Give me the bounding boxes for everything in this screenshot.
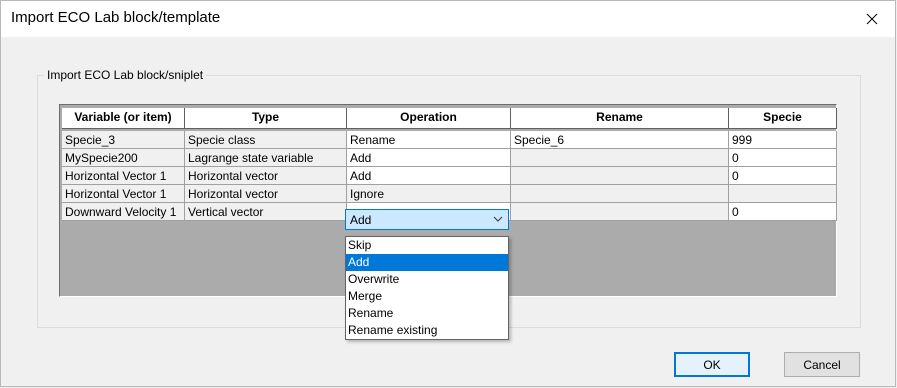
- column-header-type[interactable]: Type: [185, 108, 347, 129]
- dropdown-option-add[interactable]: Add: [346, 254, 508, 271]
- title-bar: Import ECO Lab block/template: [1, 1, 895, 37]
- cancel-button[interactable]: Cancel: [784, 352, 860, 377]
- ok-button[interactable]: OK: [674, 352, 750, 377]
- cell-type: Horizontal vector: [185, 167, 347, 185]
- dropdown-option-rename[interactable]: Rename: [346, 305, 508, 322]
- cell-specie[interactable]: 0: [729, 167, 837, 185]
- cell-type: Vertical vector: [185, 203, 347, 221]
- chevron-down-icon[interactable]: [492, 213, 504, 225]
- grid-header: Variable (or item) Type Operation Rename…: [62, 108, 837, 129]
- column-header-specie[interactable]: Specie: [729, 108, 837, 129]
- operation-dropdown-list: Skip Add Overwrite Merge Rename Rename e…: [345, 236, 509, 340]
- dropdown-option-overwrite[interactable]: Overwrite: [346, 271, 508, 288]
- window-title: Import ECO Lab block/template: [11, 9, 221, 26]
- cell-type: Specie class: [185, 131, 347, 149]
- table-row: MySpecie200 Lagrange state variable Add …: [62, 149, 837, 167]
- operation-combobox[interactable]: Add: [345, 209, 509, 230]
- group-label: Import ECO Lab block/sniplet: [44, 68, 207, 82]
- cell-variable: Downward Velocity 1: [62, 203, 185, 221]
- cell-specie[interactable]: 0: [729, 203, 837, 221]
- cell-operation[interactable]: Add: [347, 167, 511, 185]
- cell-operation[interactable]: Ignore: [347, 185, 511, 203]
- cell-specie[interactable]: 0: [729, 149, 837, 167]
- column-header-operation[interactable]: Operation: [347, 108, 511, 129]
- dropdown-option-merge[interactable]: Merge: [346, 288, 508, 305]
- cell-type: Horizontal vector: [185, 185, 347, 203]
- dropdown-option-rename-existing[interactable]: Rename existing: [346, 322, 508, 339]
- cell-operation[interactable]: Add: [347, 149, 511, 167]
- table-row: Horizontal Vector 1 Horizontal vector Ig…: [62, 185, 837, 203]
- cell-variable: Specie_3: [62, 131, 185, 149]
- column-header-rename[interactable]: Rename: [511, 108, 729, 129]
- cell-rename: [511, 203, 729, 221]
- column-header-variable[interactable]: Variable (or item): [62, 108, 185, 129]
- cell-rename[interactable]: Specie_6: [511, 131, 729, 149]
- close-button[interactable]: [849, 1, 895, 37]
- cell-variable: MySpecie200: [62, 149, 185, 167]
- cell-rename: [511, 149, 729, 167]
- cell-specie[interactable]: 999: [729, 131, 837, 149]
- cell-type: Lagrange state variable: [185, 149, 347, 167]
- close-icon: [866, 13, 878, 25]
- cell-rename: [511, 167, 729, 185]
- dropdown-option-skip[interactable]: Skip: [346, 237, 508, 254]
- cell-rename: [511, 185, 729, 203]
- cell-variable: Horizontal Vector 1: [62, 167, 185, 185]
- cell-variable: Horizontal Vector 1: [62, 185, 185, 203]
- table-row: Specie_3 Specie class Rename Specie_6 99…: [62, 131, 837, 149]
- cell-operation[interactable]: Rename: [347, 131, 511, 149]
- cell-specie: [729, 185, 837, 203]
- combobox-value: Add: [350, 212, 372, 227]
- table-row: Horizontal Vector 1 Horizontal vector Ad…: [62, 167, 837, 185]
